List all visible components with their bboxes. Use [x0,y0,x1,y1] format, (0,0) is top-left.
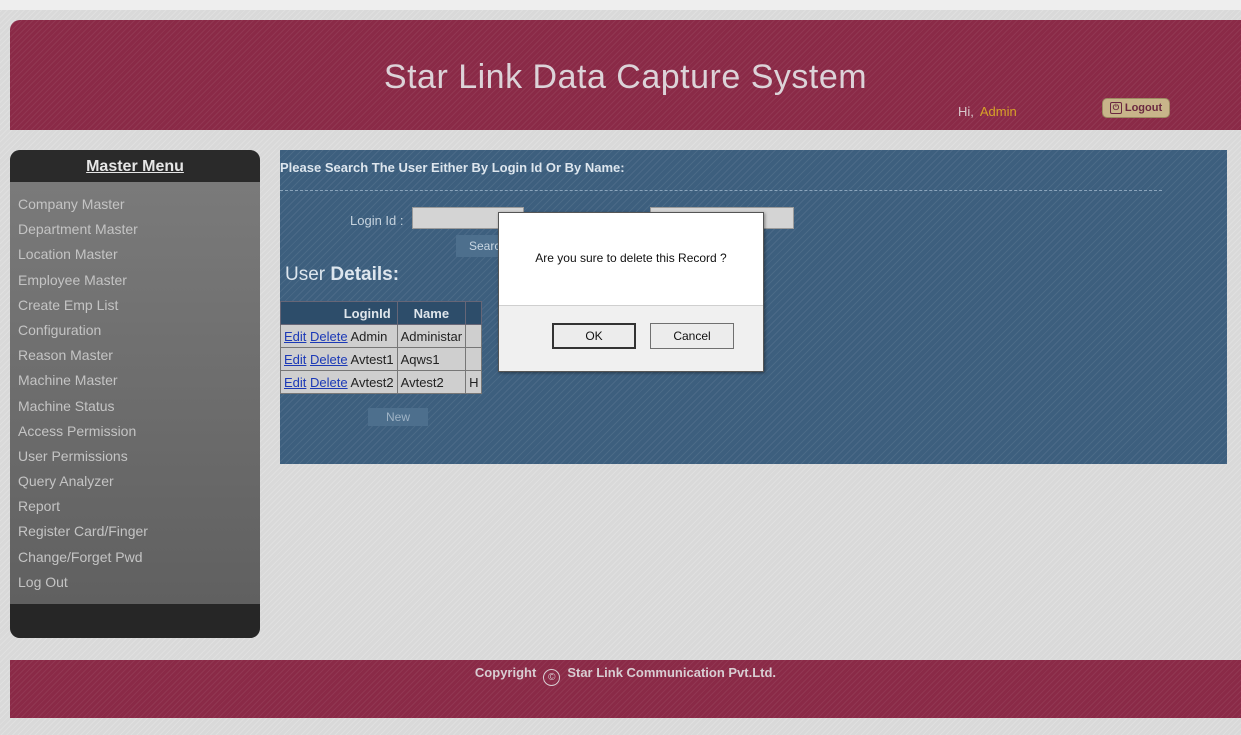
menu-item-log-out[interactable]: Log Out [18,570,148,595]
logout-label: Logout [1124,102,1163,114]
dialog-message-area: Are you sure to delete this Record ? [499,213,763,305]
extra-cell: H [465,370,483,394]
menu-item-machine-status[interactable]: Machine Status [18,394,148,419]
menu-item-machine-master[interactable]: Machine Master [18,368,148,393]
app-header: Star Link Data Capture System Hi, Admin ⏻… [10,20,1241,130]
menu-item-user-permissions[interactable]: User Permissions [18,444,148,469]
name-cell: Administar [396,324,467,348]
search-prompt: Please Search The User Either By Login I… [280,160,625,175]
login-id-cell: Admin [350,328,388,344]
master-menu-sidebar: Master Menu Company Master Department Ma… [10,150,260,638]
menu-item-access-permission[interactable]: Access Permission [18,419,148,444]
copyright-text: Copyright © Star Link Communication Pvt.Lt… [10,665,1241,686]
actions-cell: Edit Delete Admin [280,324,398,348]
dialog-message: Are you sure to delete this Record ? [535,251,727,265]
app-footer: Copyright © Star Link Communication Pvt.Lt… [10,660,1241,718]
menu-item-create-emp-list[interactable]: Create Emp List [18,293,148,318]
user-table: LoginId Name Edit Delete Admin Administa… [280,301,483,394]
browser-top-strip [0,0,1241,10]
login-id-label: Login Id : [350,213,404,228]
delete-link[interactable]: Delete [310,329,348,344]
dialog-separator [499,305,763,306]
actions-cell: Edit Delete Avtest2 [280,370,398,394]
menu-item-register-card-finger[interactable]: Register Card/Finger [18,519,148,544]
company-name: Star Link Communication Pvt.Ltd. [567,665,777,680]
new-user-button[interactable]: New [368,408,428,426]
extra-column-header [465,301,483,325]
delete-link[interactable]: Delete [310,375,348,390]
table-row: Edit Delete Avtest1 Aqws1 [280,347,483,371]
table-row: Edit Delete Admin Administar [280,324,483,348]
edit-link[interactable]: Edit [284,352,306,367]
app-title: Star Link Data Capture System [383,58,868,96]
logout-button[interactable]: ⏻ Logout [1102,98,1170,118]
menu-item-company-master[interactable]: Company Master [18,192,148,217]
greeting-text: Hi, [958,104,974,119]
master-menu-header: Master Menu [10,150,260,182]
current-user-name: Admin [979,104,1017,119]
menu-item-configuration[interactable]: Configuration [18,318,148,343]
menu-item-change-forget-pwd[interactable]: Change/Forget Pwd [18,545,148,570]
table-header-row: LoginId Name [280,301,483,325]
delete-link[interactable]: Delete [310,352,348,367]
edit-link[interactable]: Edit [284,375,306,390]
actions-column-header: LoginId [280,301,398,325]
copyright-label: Copyright [474,665,537,680]
edit-link[interactable]: Edit [284,329,306,344]
menu-item-location-master[interactable]: Location Master [18,242,148,267]
login-id-cell: Avtest1 [350,351,394,367]
divider [280,190,1162,191]
confirm-delete-dialog: Are you sure to delete this Record ? OK … [498,212,764,372]
master-menu-title: Master Menu [86,158,184,175]
master-menu-list: Company Master Department Master Locatio… [18,192,148,595]
login-id-cell: Avtest2 [350,374,394,390]
table-row: Edit Delete Avtest2 Avtest2 H [280,370,483,394]
details-heading-bold: Details: [330,264,400,285]
ok-button[interactable]: OK [552,323,636,349]
actions-cell: Edit Delete Avtest1 [280,347,398,371]
extra-cell [465,324,483,348]
user-details-heading: User Details: [285,264,399,286]
menu-item-reason-master[interactable]: Reason Master [18,343,148,368]
power-icon: ⏻ [1109,102,1122,114]
details-heading-prefix: User [285,264,331,285]
menu-item-department-master[interactable]: Department Master [18,217,148,242]
name-column-header: Name [396,301,467,325]
copyright-icon: © [543,669,561,686]
extra-cell [465,347,483,371]
cancel-button[interactable]: Cancel [650,323,734,349]
master-menu-footer [10,604,260,638]
user-greeting: Hi, Admin [958,104,1017,119]
menu-item-employee-master[interactable]: Employee Master [18,268,148,293]
name-cell: Avtest2 [396,370,467,394]
menu-item-report[interactable]: Report [18,494,148,519]
name-cell: Aqws1 [396,347,467,371]
menu-item-query-analyzer[interactable]: Query Analyzer [18,469,148,494]
